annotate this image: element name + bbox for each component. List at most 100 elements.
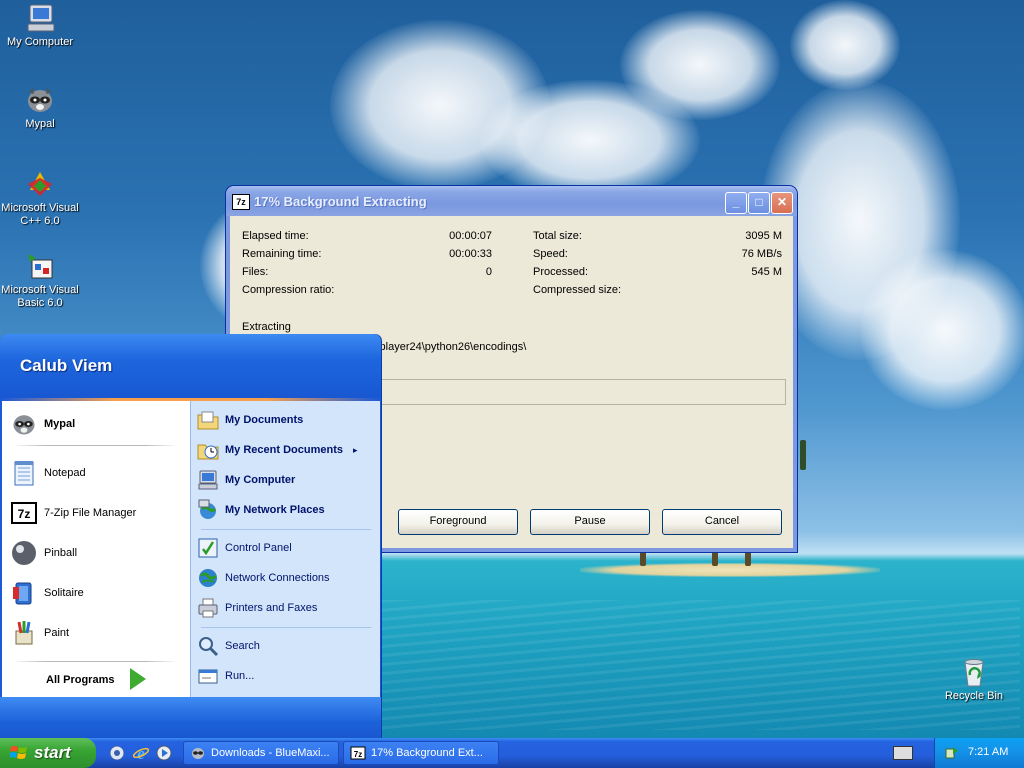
notepad-icon <box>10 459 38 487</box>
keyboard-layout-icon[interactable] <box>893 746 913 760</box>
pinball-icon <box>10 539 38 567</box>
divider <box>201 627 371 628</box>
safely-remove-hardware-icon[interactable] <box>943 745 959 761</box>
processed-value: 545 M <box>751 266 782 278</box>
files-label: Files: <box>242 266 269 278</box>
start-menu-places: My Documents My Recent Documents ▸ My Co… <box>190 401 380 697</box>
start-button[interactable]: start <box>0 738 96 768</box>
menu-item-label: Notepad <box>44 467 86 479</box>
sea-texture <box>380 600 1020 730</box>
menu-item-label: My Documents <box>225 414 304 426</box>
total-size-value: 3095 M <box>745 230 782 242</box>
close-button[interactable]: ✕ <box>771 192 793 214</box>
desktop-icon-mypal[interactable]: Mypal <box>0 84 80 131</box>
place-run[interactable]: Run... <box>197 663 254 689</box>
seven-zip-icon: 7z <box>232 194 250 210</box>
window-title: 17% Background Extracting <box>254 194 427 209</box>
menu-item-label: Run... <box>225 670 255 682</box>
cloud <box>860 250 1024 410</box>
desktop-icon-label: Recycle Bin <box>944 690 1004 702</box>
recent-item-7zip[interactable]: 7z 7-Zip File Manager <box>10 498 136 528</box>
submenu-arrow-icon: ▸ <box>352 444 358 455</box>
start-menu[interactable]: Calub Viem Mypal Notepad 7z 7-Zip File M… <box>0 334 381 739</box>
minimize-button[interactable]: _ <box>725 192 747 214</box>
desktop-icon-my-computer[interactable]: My Computer <box>0 2 80 49</box>
my-documents-icon <box>197 409 219 431</box>
ratio-label: Compression ratio: <box>242 284 335 296</box>
menu-item-label: 7-Zip File Manager <box>44 507 137 519</box>
place-network-places[interactable]: My Network Places <box>197 497 325 523</box>
divider <box>12 661 178 662</box>
task-downloads-mypal[interactable]: Downloads - BlueMaxi... <box>183 741 339 765</box>
menu-item-label: Solitaire <box>44 587 84 599</box>
desktop-icon-visual-basic[interactable]: Microsoft Visual Basic 6.0 <box>0 250 82 310</box>
svg-text:e: e <box>137 744 145 762</box>
start-menu-footer <box>0 697 381 739</box>
windows-logo-icon <box>9 745 28 761</box>
maximize-button[interactable]: □ <box>748 192 770 214</box>
menu-item-label: Network Connections <box>225 572 330 584</box>
system-tray: 7:21 AM <box>934 738 1024 768</box>
recent-item-solitaire[interactable]: Solitaire <box>10 578 84 608</box>
solitaire-icon <box>10 579 38 607</box>
desktop-icon-recycle-bin[interactable]: Recycle Bin <box>934 656 1014 703</box>
place-my-computer[interactable]: My Computer <box>197 467 295 493</box>
task-label: 17% Background Ext... <box>371 747 483 759</box>
desktop-icon-visual-cpp[interactable]: Microsoft Visual C++ 6.0 <box>0 168 82 228</box>
place-search[interactable]: Search <box>197 633 260 659</box>
place-control-panel[interactable]: Control Panel <box>197 535 292 561</box>
files-value: 0 <box>485 266 492 278</box>
place-printers-faxes[interactable]: Printers and Faxes <box>197 595 317 621</box>
quicklaunch-media-player-icon[interactable] <box>155 744 173 762</box>
foreground-button[interactable]: Foreground <box>398 509 518 535</box>
pinned-item-mypal[interactable]: Mypal <box>10 409 75 439</box>
recent-documents-icon <box>197 439 219 461</box>
my-computer-icon <box>197 469 219 491</box>
cloud <box>620 10 780 120</box>
all-programs-label: All Programs <box>46 674 115 686</box>
visual-basic-icon <box>24 250 56 282</box>
menu-item-label: My Network Places <box>225 504 325 516</box>
cancel-button[interactable]: Cancel <box>662 509 782 535</box>
elapsed-value: 00:00:07 <box>449 230 492 242</box>
recent-item-notepad[interactable]: Notepad <box>10 458 86 488</box>
menu-item-label: My Computer <box>225 474 296 486</box>
divider <box>12 445 178 446</box>
seven-zip-icon: 7z <box>10 499 38 527</box>
window-titlebar[interactable]: 7z 17% Background Extracting _ □ ✕ <box>226 186 797 216</box>
recent-item-pinball[interactable]: Pinball <box>10 538 77 568</box>
speed-value: 76 MB/s <box>741 248 782 260</box>
divider <box>201 529 371 530</box>
island <box>580 563 880 577</box>
run-icon <box>197 665 219 687</box>
pause-button[interactable]: Pause <box>530 509 650 535</box>
network-places-icon <box>197 499 219 521</box>
mypal-raccoon-icon <box>190 745 206 761</box>
clock[interactable]: 7:21 AM <box>968 746 1008 758</box>
processed-label: Processed: <box>533 266 589 278</box>
place-recent-documents[interactable]: My Recent Documents ▸ <box>197 437 358 463</box>
svg-text:7z: 7z <box>18 507 31 521</box>
place-my-documents[interactable]: My Documents <box>197 407 303 433</box>
menu-item-label: My Recent Documents <box>225 444 343 456</box>
seven-zip-icon: 7z <box>350 745 366 761</box>
recent-item-paint[interactable]: Paint <box>10 618 69 648</box>
task-7zip-extracting[interactable]: 7z 17% Background Ext... <box>343 741 499 765</box>
mypal-raccoon-icon <box>24 84 56 116</box>
task-label: Downloads - BlueMaxi... <box>211 747 330 759</box>
paint-icon <box>10 619 38 647</box>
total-size-label: Total size: <box>533 230 582 242</box>
cloud <box>790 0 900 90</box>
desktop-icon-label: Microsoft Visual Basic 6.0 <box>1 284 79 309</box>
status-label: Extracting <box>242 321 291 333</box>
search-icon <box>197 635 219 657</box>
recycle-bin-icon <box>958 656 990 688</box>
quicklaunch-internet-explorer-icon[interactable]: e <box>132 744 150 763</box>
palm-tree <box>800 440 806 470</box>
place-network-connections[interactable]: Network Connections <box>197 565 330 591</box>
compressed-size-label: Compressed size: <box>533 284 622 296</box>
menu-item-label: Search <box>225 640 260 652</box>
quicklaunch-show-desktop-icon[interactable] <box>108 744 126 762</box>
remaining-value: 00:00:33 <box>449 248 492 260</box>
visual-cpp-icon <box>24 168 56 200</box>
